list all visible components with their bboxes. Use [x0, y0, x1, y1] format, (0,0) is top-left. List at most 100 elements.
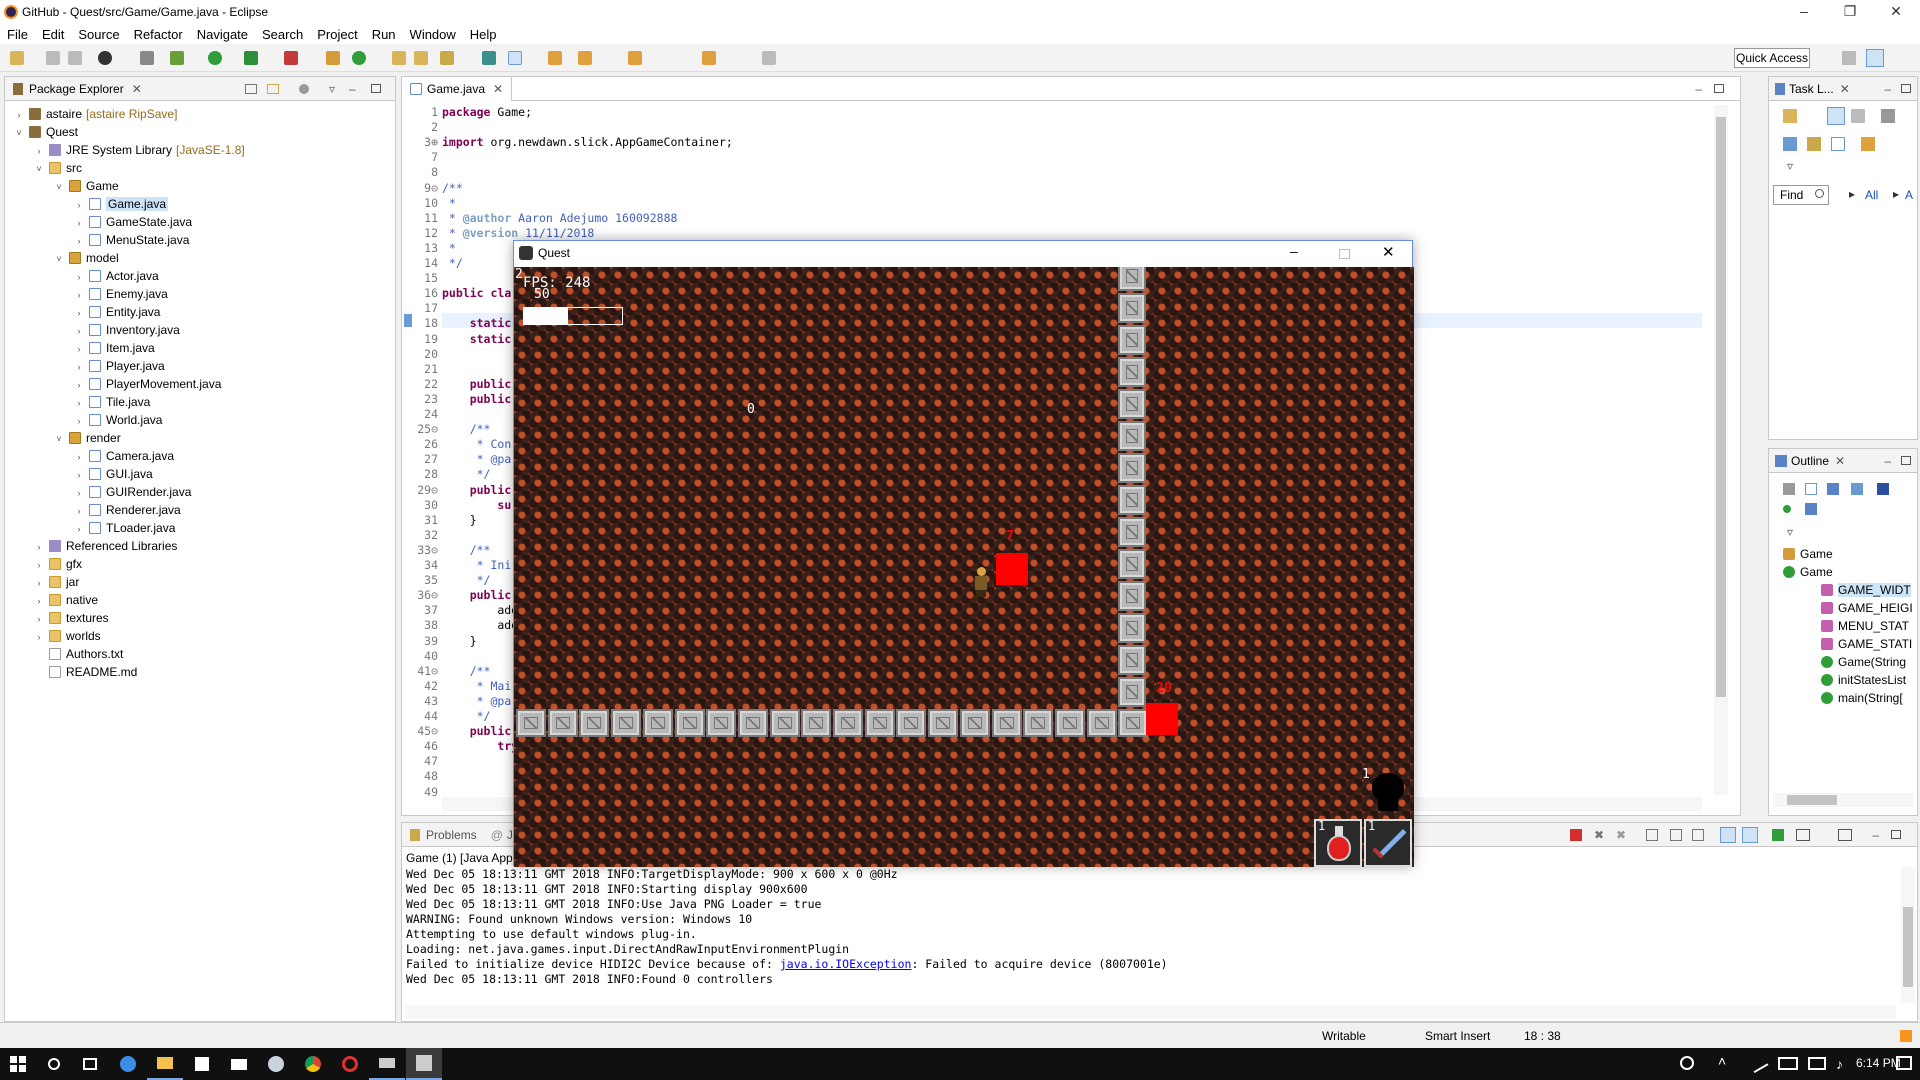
tree-item[interactable]: › Camera.java — [73, 447, 175, 465]
tree-item[interactable]: › Inventory.java — [73, 321, 180, 339]
code-line[interactable]: package Game; — [442, 105, 532, 120]
tree-item[interactable]: ˅ Game — [53, 177, 118, 196]
close-icon[interactable]: ✕ — [1840, 82, 1850, 96]
inventory-slot-sword[interactable]: 1 — [1364, 819, 1412, 867]
filter-icon[interactable] — [1831, 137, 1845, 151]
tab-task-list[interactable]: Task L... — [1789, 82, 1834, 96]
coverage-icon[interactable] — [244, 51, 258, 65]
maximize-view-icon[interactable] — [1891, 830, 1901, 839]
menu-search[interactable]: Search — [255, 27, 310, 42]
word-wrap-icon[interactable] — [1692, 828, 1704, 841]
chevron-right-icon[interactable]: › — [73, 322, 85, 340]
maximize-view-icon[interactable] — [371, 84, 381, 93]
tree-item[interactable]: › World.java — [73, 411, 163, 429]
horizontal-scrollbar[interactable] — [406, 1005, 1896, 1019]
tree-item[interactable]: › astaire [astaire RipSave] — [13, 105, 178, 124]
code-line[interactable]: * Con — [442, 437, 512, 452]
network-icon[interactable] — [1808, 1057, 1826, 1070]
scrollbar-thumb[interactable] — [1787, 795, 1837, 805]
outline-item[interactable]: GAME_HEIGI — [1821, 599, 1913, 617]
horizontal-scrollbar[interactable] — [1773, 793, 1913, 807]
chevron-right-icon[interactable]: › — [73, 304, 85, 322]
minimize-view-icon[interactable]: – — [1695, 82, 1702, 96]
menu-edit[interactable]: Edit — [35, 27, 71, 42]
hide-static-icon[interactable] — [1827, 483, 1839, 495]
clear-console-icon[interactable] — [1646, 828, 1658, 841]
view-menu-icon[interactable]: ▿ — [1787, 525, 1793, 539]
outline-item[interactable]: Game — [1783, 563, 1833, 581]
remove-all-icon[interactable]: ✖ — [1616, 828, 1626, 842]
menu-navigate[interactable]: Navigate — [190, 27, 255, 42]
focus-icon[interactable] — [299, 83, 309, 94]
chevron-right-icon[interactable]: › — [13, 106, 25, 124]
action-center-icon[interactable] — [1896, 1056, 1912, 1070]
tree-item[interactable]: Authors.txt — [33, 645, 123, 663]
code-line[interactable]: * @author Aaron Adejumo 160092888 — [442, 211, 678, 226]
vertical-scrollbar[interactable] — [1714, 105, 1728, 795]
close-button[interactable]: ✕ — [1382, 243, 1395, 261]
open-perspective-icon[interactable] — [1842, 51, 1856, 65]
code-line[interactable]: * @pa — [442, 694, 512, 709]
code-line[interactable]: static — [442, 316, 512, 331]
chevron-right-icon[interactable]: › — [73, 484, 85, 502]
tree-item[interactable]: › MenuState.java — [73, 231, 190, 250]
code-line[interactable]: su — [442, 498, 511, 513]
close-icon[interactable]: ✕ — [493, 82, 503, 96]
next-annotation-icon[interactable] — [548, 51, 562, 65]
scrollbar-thumb[interactable] — [1903, 907, 1913, 987]
tab-package-explorer[interactable]: Package Explorer — [29, 82, 124, 96]
chevron-right-icon[interactable]: › — [73, 376, 85, 394]
code-line[interactable]: static — [442, 332, 512, 347]
outline-item[interactable]: initStatesList — [1821, 671, 1906, 689]
maximize-button[interactable] — [1339, 249, 1350, 259]
tree-item[interactable]: › textures — [33, 609, 109, 627]
link-editor-icon[interactable] — [1783, 505, 1791, 513]
task-repo-icon[interactable] — [1861, 137, 1875, 151]
taskbar-clock[interactable]: 6:14 PM — [1856, 1056, 1901, 1070]
tree-item[interactable]: ˅ Quest — [13, 123, 78, 141]
code-line[interactable]: } — [442, 634, 477, 649]
hide-completed-icon[interactable] — [1783, 137, 1797, 151]
show-stderr-icon[interactable] — [1742, 826, 1758, 843]
file-explorer-button[interactable] — [147, 1048, 183, 1080]
tree-item[interactable]: › Tile.java — [73, 393, 151, 411]
debug-icon[interactable] — [170, 51, 184, 65]
code-line[interactable]: try — [442, 739, 518, 754]
store-button[interactable] — [184, 1048, 220, 1080]
outline-item[interactable]: GAME_STATI — [1821, 635, 1912, 653]
chevron-right-icon[interactable]: › — [33, 628, 45, 646]
people-icon[interactable] — [1680, 1056, 1694, 1070]
code-line[interactable]: import org.newdawn.slick.AppGameContaine… — [442, 135, 733, 150]
skip-breakpoints-icon[interactable] — [140, 51, 154, 65]
chevron-right-icon[interactable]: › — [73, 196, 85, 214]
task-view-button[interactable] — [72, 1048, 108, 1080]
code-line[interactable]: * — [442, 196, 456, 211]
tree-item[interactable]: › Item.java — [73, 339, 155, 357]
scroll-lock-icon[interactable] — [1670, 828, 1682, 841]
display-console-icon[interactable] — [1796, 828, 1810, 841]
game-canvas[interactable]: 2 FPS: 248 50 0 7 20 1 1 1 — [514, 267, 1414, 867]
minimize-button[interactable]: – — [1784, 0, 1824, 24]
chrome-button[interactable] — [295, 1048, 331, 1080]
console-icon[interactable] — [98, 51, 112, 65]
menu-source[interactable]: Source — [71, 27, 126, 42]
open-console-icon[interactable] — [1838, 828, 1852, 841]
java-perspective-icon[interactable] — [1866, 49, 1884, 67]
tab-outline[interactable]: Outline — [1791, 454, 1829, 468]
eclipse-button[interactable] — [406, 1048, 442, 1080]
code-line[interactable]: * @version 11/11/2018 — [442, 226, 594, 241]
search-icon[interactable] — [440, 51, 454, 65]
tree-item[interactable]: › native — [33, 591, 99, 609]
close-icon[interactable]: ✕ — [132, 82, 142, 96]
annotation-icon[interactable] — [482, 51, 496, 65]
tree-item[interactable]: › PlayerMovement.java — [73, 375, 222, 394]
code-line[interactable]: */ — [442, 573, 491, 588]
tree-item[interactable]: › Game.java — [73, 195, 169, 214]
chevron-right-icon[interactable]: › — [73, 358, 85, 376]
tree-item[interactable]: › GameState.java — [73, 213, 193, 231]
chevron-right-icon[interactable]: › — [73, 232, 85, 250]
back-icon[interactable] — [702, 51, 716, 65]
chevron-down-icon[interactable]: ˅ — [33, 160, 45, 178]
edge-button[interactable] — [110, 1048, 146, 1080]
chevron-down-icon[interactable]: ˅ — [53, 178, 65, 196]
